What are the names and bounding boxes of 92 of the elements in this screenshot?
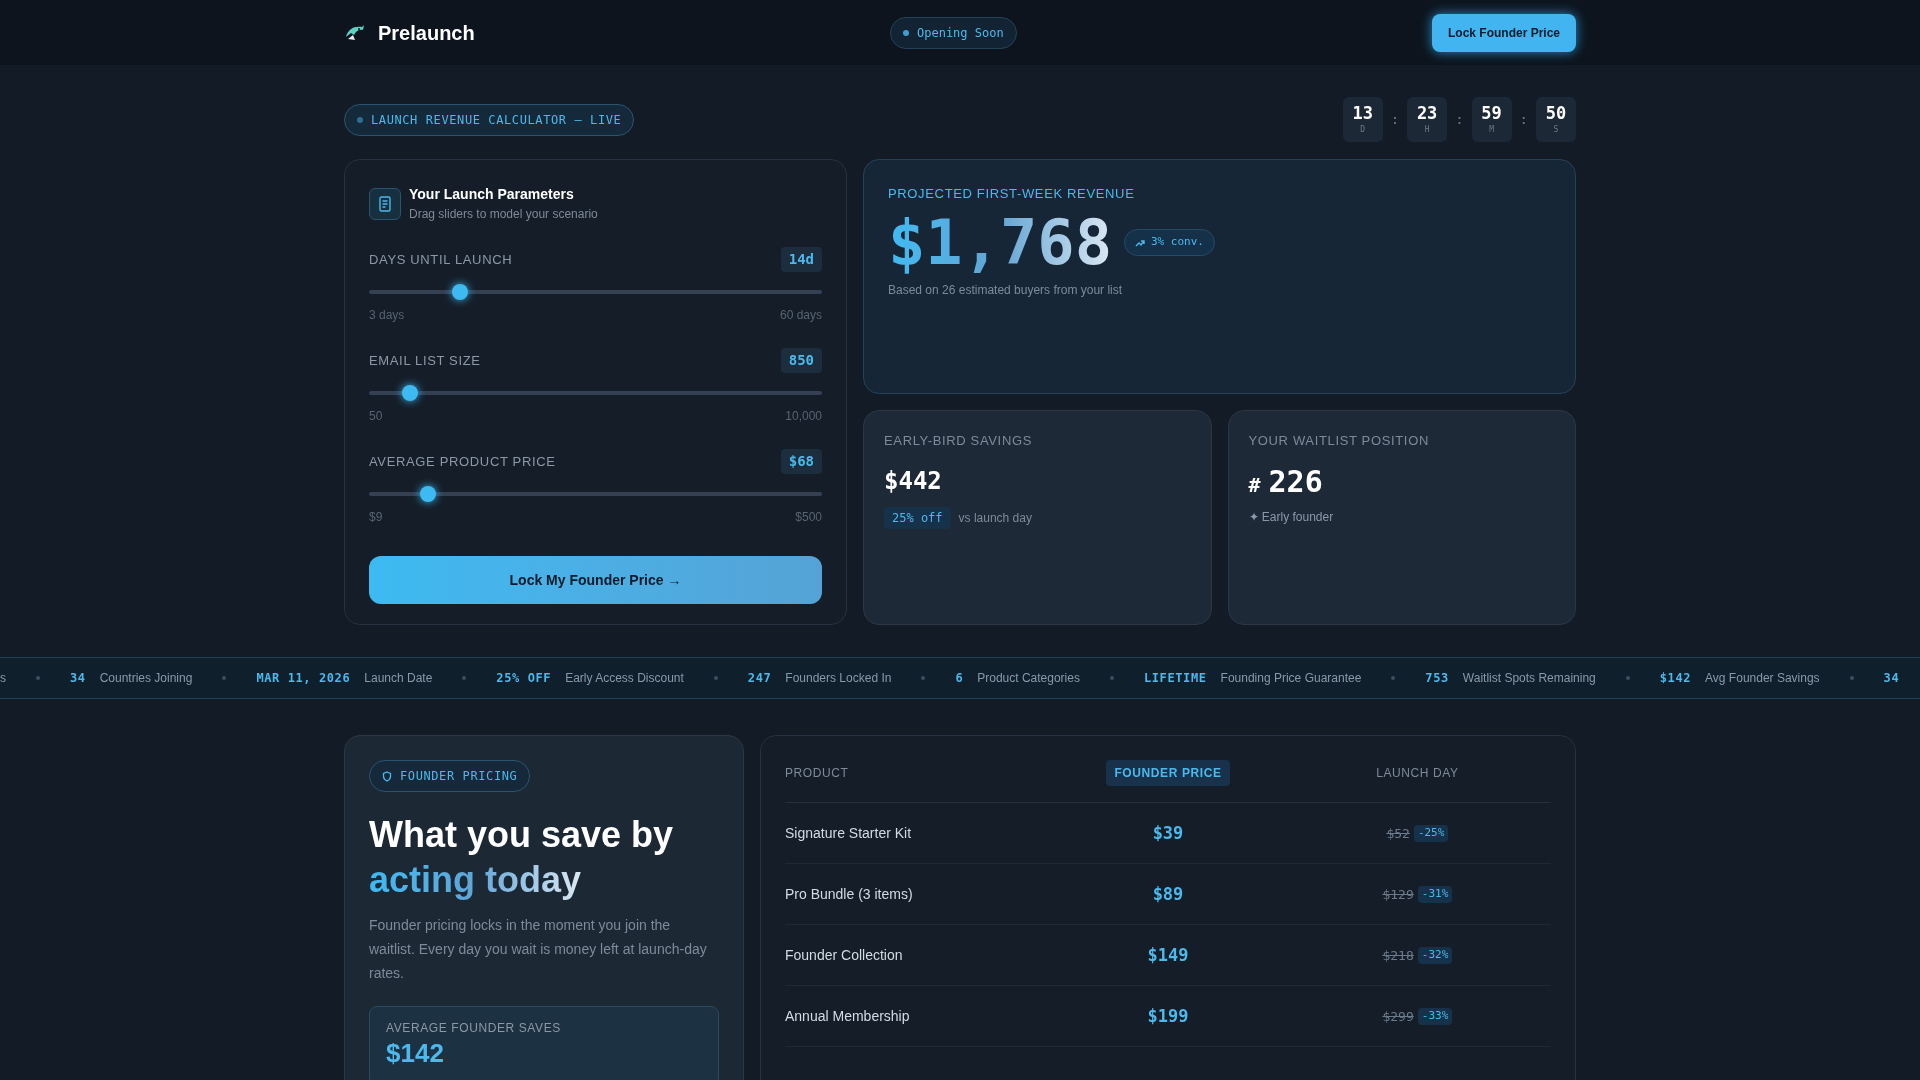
countdown-separator: : <box>1455 110 1464 130</box>
launch-price: $129 <box>1382 885 1414 904</box>
column-header: FOUNDER PRICE <box>1106 760 1230 787</box>
countdown-separator: : <box>1519 110 1528 130</box>
ticker-label: Product Categories <box>977 670 1080 688</box>
status-text: Opening Soon <box>917 24 1004 42</box>
countdown-unit: H <box>1424 124 1430 137</box>
slider-label: EMAIL LIST SIZE <box>369 352 481 370</box>
average-savings-label: AVERAGE FOUNDER SAVES <box>386 1019 562 1037</box>
countdown-separator: : <box>1390 110 1400 130</box>
column-header: LAUNCH DAY <box>1376 765 1459 783</box>
parameters-subtitle: Drag sliders to model your scenario <box>409 206 598 224</box>
slider-thumb[interactable] <box>451 284 468 301</box>
ticker-value: 753 <box>1425 670 1449 688</box>
countdown-value: 50 <box>1545 103 1567 125</box>
slider-value: 850 <box>780 348 822 374</box>
lock-price-button[interactable]: Lock Founder Price <box>1431 13 1576 52</box>
product-name: Annual Membership <box>785 1006 911 1026</box>
conversion-text: 3% conv. <box>1150 234 1204 251</box>
brand-name: Prelaunch <box>378 20 475 46</box>
ticker-label: Countries Joining <box>99 670 193 688</box>
revenue-note: Based on 26 estimated buyers from your list <box>888 282 1124 300</box>
slider-thumb[interactable] <box>401 385 418 402</box>
slider-max: 10,000 <box>785 408 822 426</box>
slider-min: 3 days <box>369 307 405 325</box>
ticker-value: LIFETIME <box>1143 670 1207 688</box>
column-header: PRODUCT <box>785 766 849 781</box>
slider-track[interactable] <box>369 284 822 301</box>
waitlist-position: 226 <box>1268 462 1323 501</box>
ticker-value: 25% OFF <box>496 670 552 688</box>
ticker-label: Launch Date <box>364 670 433 688</box>
ticker-value: 34 <box>70 670 86 688</box>
slider-thumb[interactable] <box>419 486 436 503</box>
founder-price: $199 <box>1147 1004 1189 1028</box>
discount-tag: -32% <box>1417 947 1453 964</box>
revenue-label: PROJECTED FIRST-WEEK REVENUE <box>888 185 1136 204</box>
ticker-label: Avg Founder Savings <box>1705 670 1820 688</box>
ticker-value: $142 <box>1659 670 1692 688</box>
launch-price: $52 <box>1386 824 1410 843</box>
discount-tag: 25% off <box>884 506 951 529</box>
slider-max: $500 <box>795 509 822 527</box>
discount-tag: -25% <box>1413 825 1449 842</box>
ticker-value: 34 <box>1883 670 1900 688</box>
ticker-label: Founders Locked In <box>785 670 892 688</box>
slider-value: $68 <box>780 449 822 475</box>
ticker-value: MAR 11, 2026 <box>256 670 351 688</box>
countdown-unit: M <box>1489 124 1494 137</box>
ticker-label: s <box>0 670 6 688</box>
founder-price: $39 <box>1152 821 1184 845</box>
live-badge-text: LAUNCH REVENUE CALCULATOR — LIVE <box>371 111 622 129</box>
slider-label: DAYS UNTIL LAUNCH <box>369 251 513 269</box>
slider-value: 14d <box>780 247 822 273</box>
launch-price: $218 <box>1382 946 1414 965</box>
launch-price: $299 <box>1382 1007 1414 1026</box>
slider-max: 60 days <box>779 307 822 325</box>
slider-min: 50 <box>369 408 383 426</box>
countdown-value: 59 <box>1481 103 1502 125</box>
ticker-label: Early Access Discount <box>565 670 684 688</box>
pricing-heading: What you save by <box>369 813 675 858</box>
trend-up-icon <box>1134 238 1145 247</box>
ticker-label: Waitlist Spots Remaining <box>1462 670 1596 688</box>
savings-label: EARLY-BIRD SAVINGS <box>884 432 1033 451</box>
parameters-title: Your Launch Parameters <box>409 185 575 205</box>
waitlist-note: ✦ Early founder <box>1248 509 1335 527</box>
pricing-description: Founder pricing locks in the moment you join the waitlist. Every day you wait is money left at launch-day rates. <box>369 916 708 983</box>
savings-note: vs launch day <box>958 509 1032 527</box>
countdown-value: 23 <box>1416 103 1438 125</box>
discount-tag: -31% <box>1417 886 1453 903</box>
founder-price: $149 <box>1147 943 1189 967</box>
countdown-unit: D <box>1360 124 1366 137</box>
slider-track[interactable] <box>369 385 822 402</box>
waitlist-label: YOUR WAITLIST POSITION <box>1248 432 1430 451</box>
shield-icon <box>382 770 392 782</box>
discount-tag: -33% <box>1417 1008 1453 1025</box>
slider-track[interactable] <box>369 486 822 503</box>
document-icon <box>369 187 401 220</box>
slider-min: $9 <box>369 509 383 527</box>
product-name: Signature Starter Kit <box>785 823 913 843</box>
pricing-badge-text: FOUNDER PRICING <box>400 768 518 786</box>
savings-amount: $442 <box>884 465 943 497</box>
slider-label: AVERAGE PRODUCT PRICE <box>369 453 556 471</box>
countdown-unit: S <box>1553 124 1559 137</box>
average-savings-value: $142 <box>386 1036 445 1070</box>
countdown-value: 13 <box>1352 103 1373 125</box>
product-name: Pro Bundle (3 items) <box>785 884 914 904</box>
founder-price: $89 <box>1152 882 1184 906</box>
ticker-value: 6 <box>955 670 964 688</box>
ticker-label: Founding Price Guarantee <box>1220 670 1362 688</box>
ticker-value: 247 <box>747 670 772 688</box>
product-name: Founder Collection <box>785 945 904 965</box>
hash-sign: # <box>1248 472 1261 500</box>
lock-founder-price-button[interactable]: Lock My Founder Price → <box>369 556 822 605</box>
